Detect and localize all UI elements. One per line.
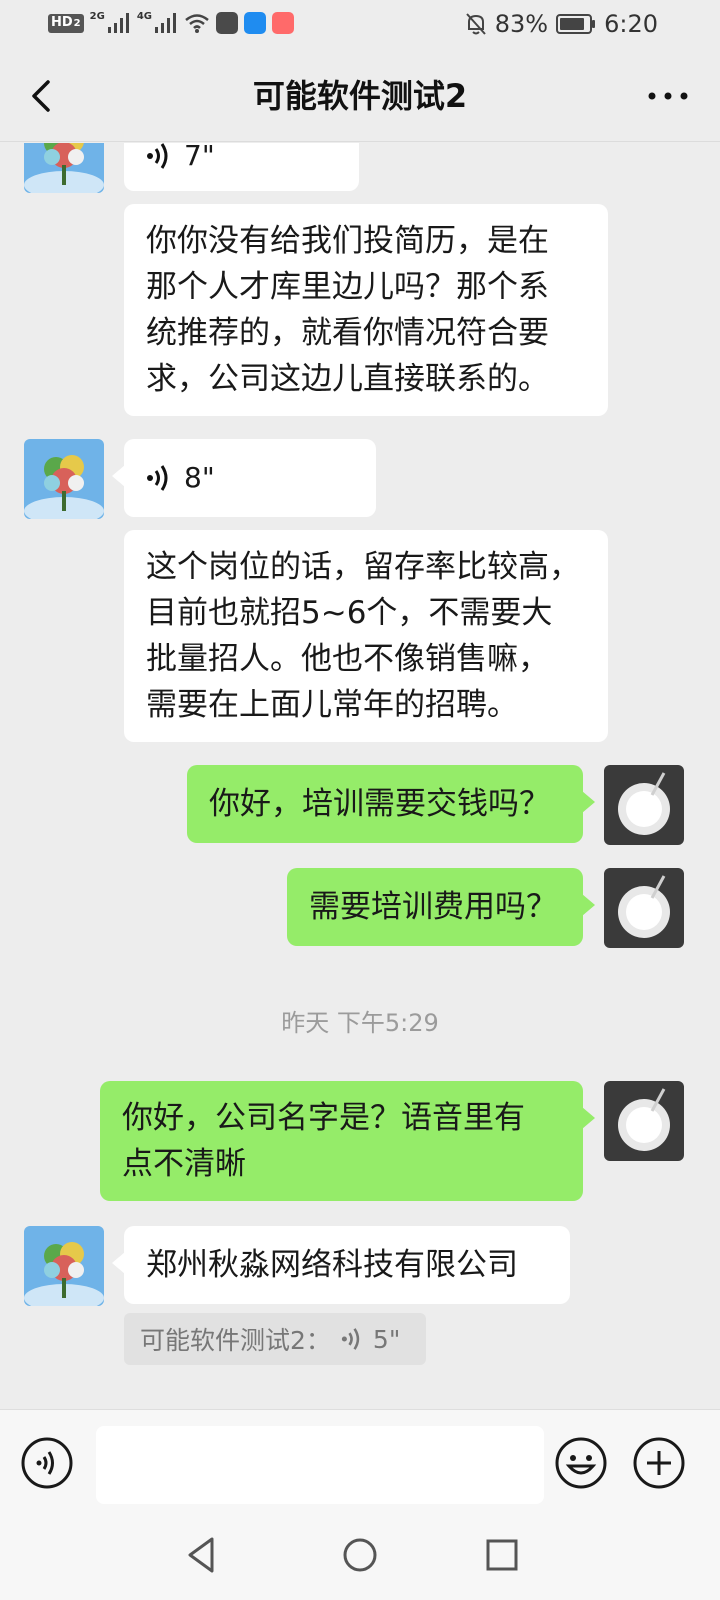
outgoing-text-bubble[interactable]: 你好，培训需要交钱吗？ (187, 765, 595, 843)
white-fluff-ball-avatar-icon (604, 1081, 684, 1161)
message-line: 这个岗位的话，留存率比较高， (146, 549, 580, 585)
voice-message-bubble[interactable]: 8" (112, 439, 376, 517)
network-type-2: 4G (136, 10, 152, 22)
white-fluff-ball-avatar-icon (604, 868, 684, 948)
nav-recents-button[interactable] (480, 1533, 524, 1577)
message-line: 需要在上面儿常年的招聘。 (146, 687, 518, 723)
contact-avatar[interactable] (24, 439, 104, 519)
message-line: 统推荐的，就看你情况符合要 (146, 315, 549, 351)
more-options-button[interactable] (642, 76, 694, 116)
voice-message-bubble[interactable]: 7" (124, 143, 359, 191)
voice-wave-icon (341, 1328, 360, 1350)
incoming-text-bubble[interactable]: 这个岗位的话，留存率比较高， 目前也就招5~6个，不需要大 批量招人。他也不像销… (124, 530, 608, 742)
recents-square-icon (486, 1539, 518, 1571)
nav-back-button[interactable] (180, 1533, 224, 1577)
network-type-1: 2G (89, 10, 105, 22)
outgoing-text-bubble[interactable]: 你好，公司名字是？语音里有 点不清晰 (100, 1081, 595, 1201)
chat-title: 可能软件测试2 (252, 77, 468, 115)
message-line: 批量招人。他也不像销售嘛， (146, 641, 549, 677)
my-avatar[interactable] (604, 1081, 684, 1161)
quoted-voice-reference[interactable]: 可能软件测试2： 5" (124, 1313, 426, 1365)
more-functions-button[interactable] (632, 1436, 686, 1490)
voice-mode-button[interactable] (20, 1436, 74, 1490)
my-avatar[interactable] (604, 765, 684, 845)
home-circle-icon (343, 1538, 377, 1572)
quote-sender: 可能软件测试2： (140, 1326, 331, 1355)
message-line: 你好，培训需要交钱吗？ (209, 786, 550, 822)
contact-avatar[interactable] (24, 143, 104, 193)
voice-wave-icon (147, 143, 168, 169)
status-bar: HD2 2G 4G 83% 6:20 (0, 0, 720, 48)
my-avatar[interactable] (604, 868, 684, 948)
status-left-icons: HD2 2G 4G (48, 10, 294, 34)
contact-avatar[interactable] (24, 1226, 104, 1306)
message-line: 目前也就招5~6个，不需要大 (146, 595, 553, 631)
nav-home-button[interactable] (338, 1533, 382, 1577)
plus-icon (633, 1437, 685, 1489)
battery-icon (556, 14, 596, 34)
white-fluff-ball-avatar-icon (604, 765, 684, 845)
signal-icon (154, 13, 176, 33)
voice-wave-icon (147, 465, 168, 491)
system-navigation-bar (0, 1513, 720, 1600)
message-input[interactable] (96, 1426, 544, 1504)
message-line: 你你没有给我们投简历，是在 (146, 223, 549, 259)
message-line: 那个人才库里边儿吗？那个系 (146, 269, 549, 305)
signal-icon (107, 13, 129, 33)
chat-message-list[interactable]: 7" 你你没有给我们投简历，是在 那个人才库里边儿吗？那个系 统推荐的，就看你情… (0, 143, 720, 1409)
wifi-icon (185, 14, 209, 33)
voice-duration: 7" (184, 143, 215, 172)
chat-input-bar (0, 1409, 720, 1513)
flower-bouquet-avatar-icon (24, 1226, 104, 1306)
emoji-button[interactable] (554, 1436, 608, 1490)
message-timestamp: 昨天 下午5:29 (281, 1009, 439, 1037)
emoji-icon (555, 1437, 607, 1489)
clock: 6:20 (604, 10, 658, 38)
shopping-app-icon (271, 12, 294, 34)
flower-bouquet-avatar-icon (24, 439, 104, 519)
hd-badge: HD2 (48, 13, 84, 33)
weather-app-icon (243, 12, 266, 34)
mute-bell-icon (466, 13, 486, 35)
app-notification-icon (215, 12, 238, 34)
message-line: 求，公司这边儿直接联系的。 (146, 361, 549, 397)
quote-duration: 5" (372, 1324, 401, 1354)
more-dots-icon (648, 92, 688, 100)
message-line: 点不清晰 (122, 1146, 246, 1182)
battery-percent: 83% (494, 10, 549, 38)
incoming-text-bubble[interactable]: 你你没有给我们投简历，是在 那个人才库里边儿吗？那个系 统推荐的，就看你情况符合… (124, 204, 608, 416)
voice-duration: 8" (184, 461, 215, 494)
message-line: 需要培训费用吗？ (309, 889, 557, 925)
message-line: 郑州秋淼网络科技有限公司 (146, 1247, 518, 1283)
outgoing-text-bubble[interactable]: 需要培训费用吗？ (287, 868, 595, 946)
incoming-text-bubble[interactable]: 郑州秋淼网络科技有限公司 (112, 1226, 570, 1304)
back-triangle-icon (188, 1537, 214, 1573)
chat-header: 可能软件测试2 (0, 48, 720, 142)
message-line: 你好，公司名字是？语音里有 (122, 1100, 525, 1136)
voice-mode-icon (21, 1437, 73, 1489)
status-right-icons: 83% 6:20 (465, 10, 658, 38)
flower-bouquet-avatar-icon (24, 143, 104, 193)
